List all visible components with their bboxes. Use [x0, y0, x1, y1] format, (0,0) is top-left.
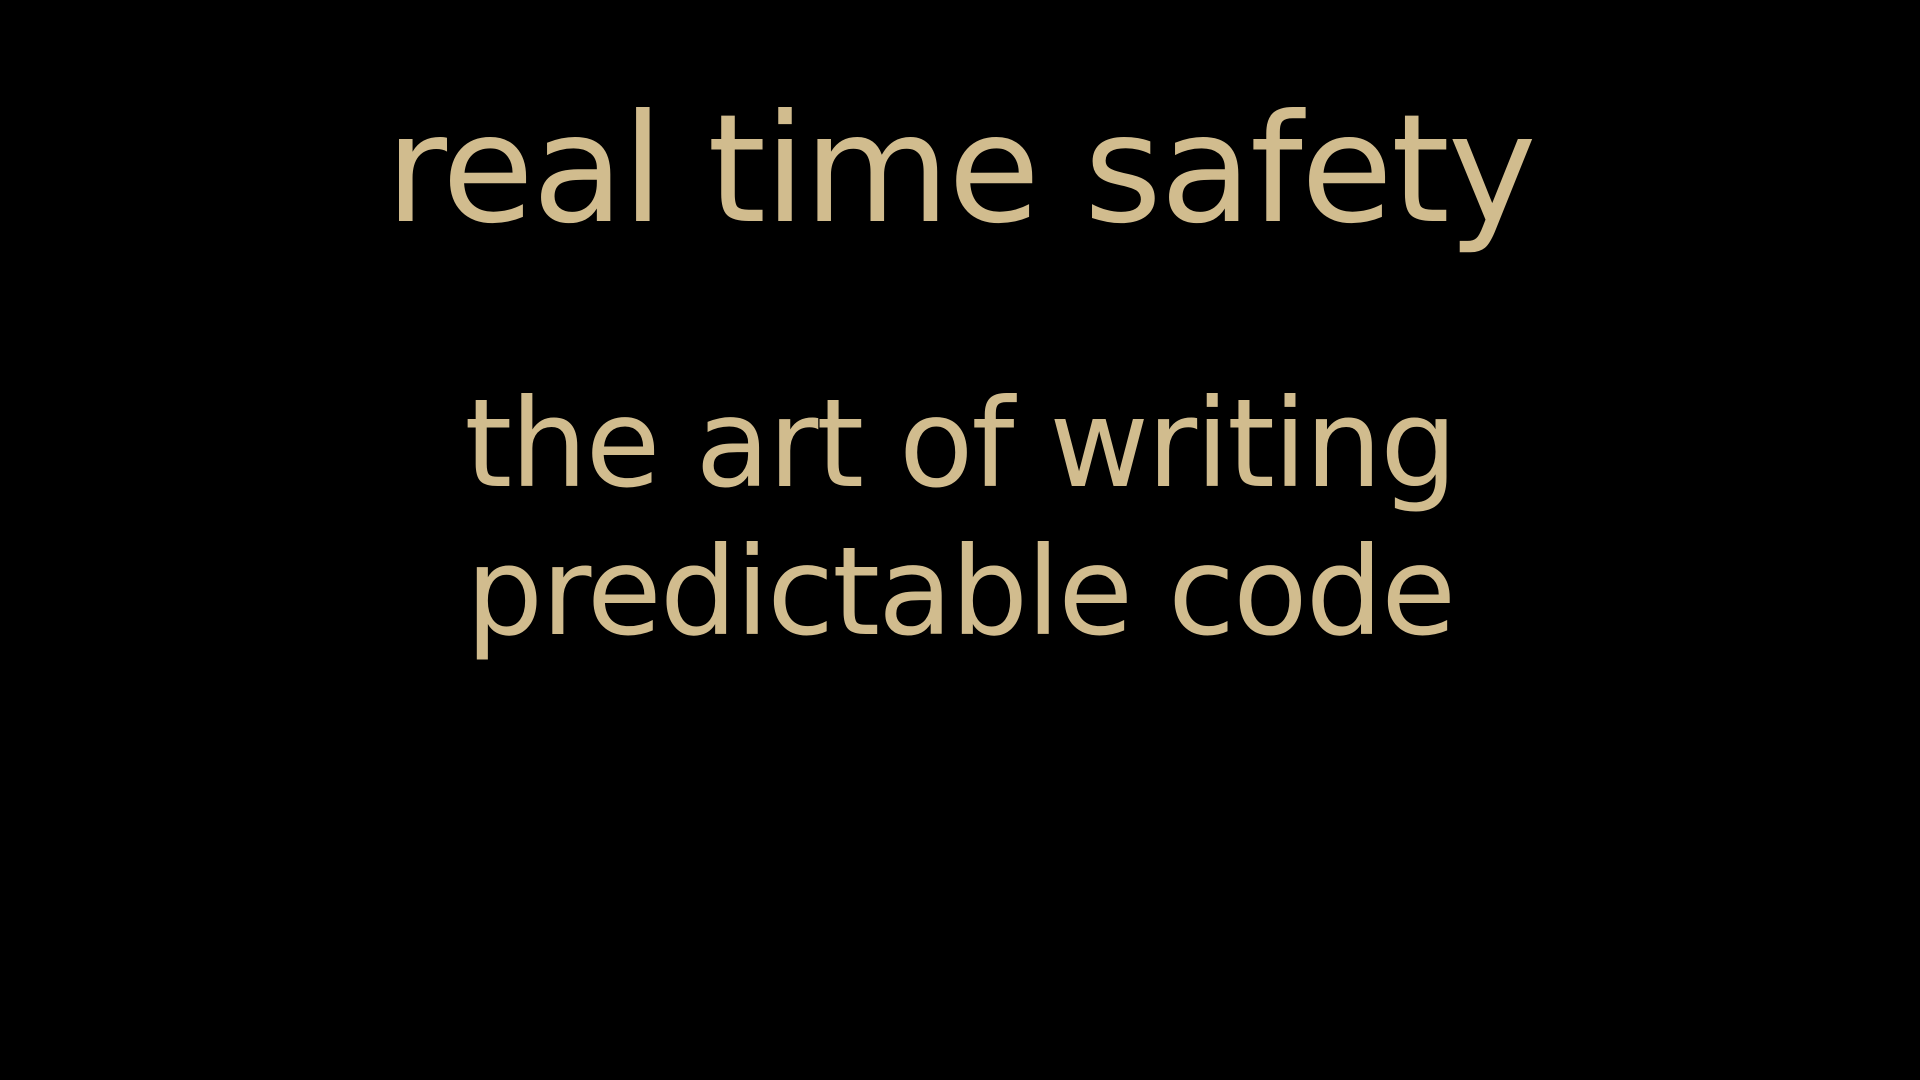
slide: real time safety the art of writing pred… — [0, 0, 1920, 1080]
subtitle-line-1: the art of writing — [464, 373, 1457, 515]
subtitle-line-2: predictable code — [465, 521, 1456, 663]
slide-title: real time safety — [385, 83, 1536, 257]
slide-subtitle: the art of writing predictable code — [0, 370, 1920, 666]
